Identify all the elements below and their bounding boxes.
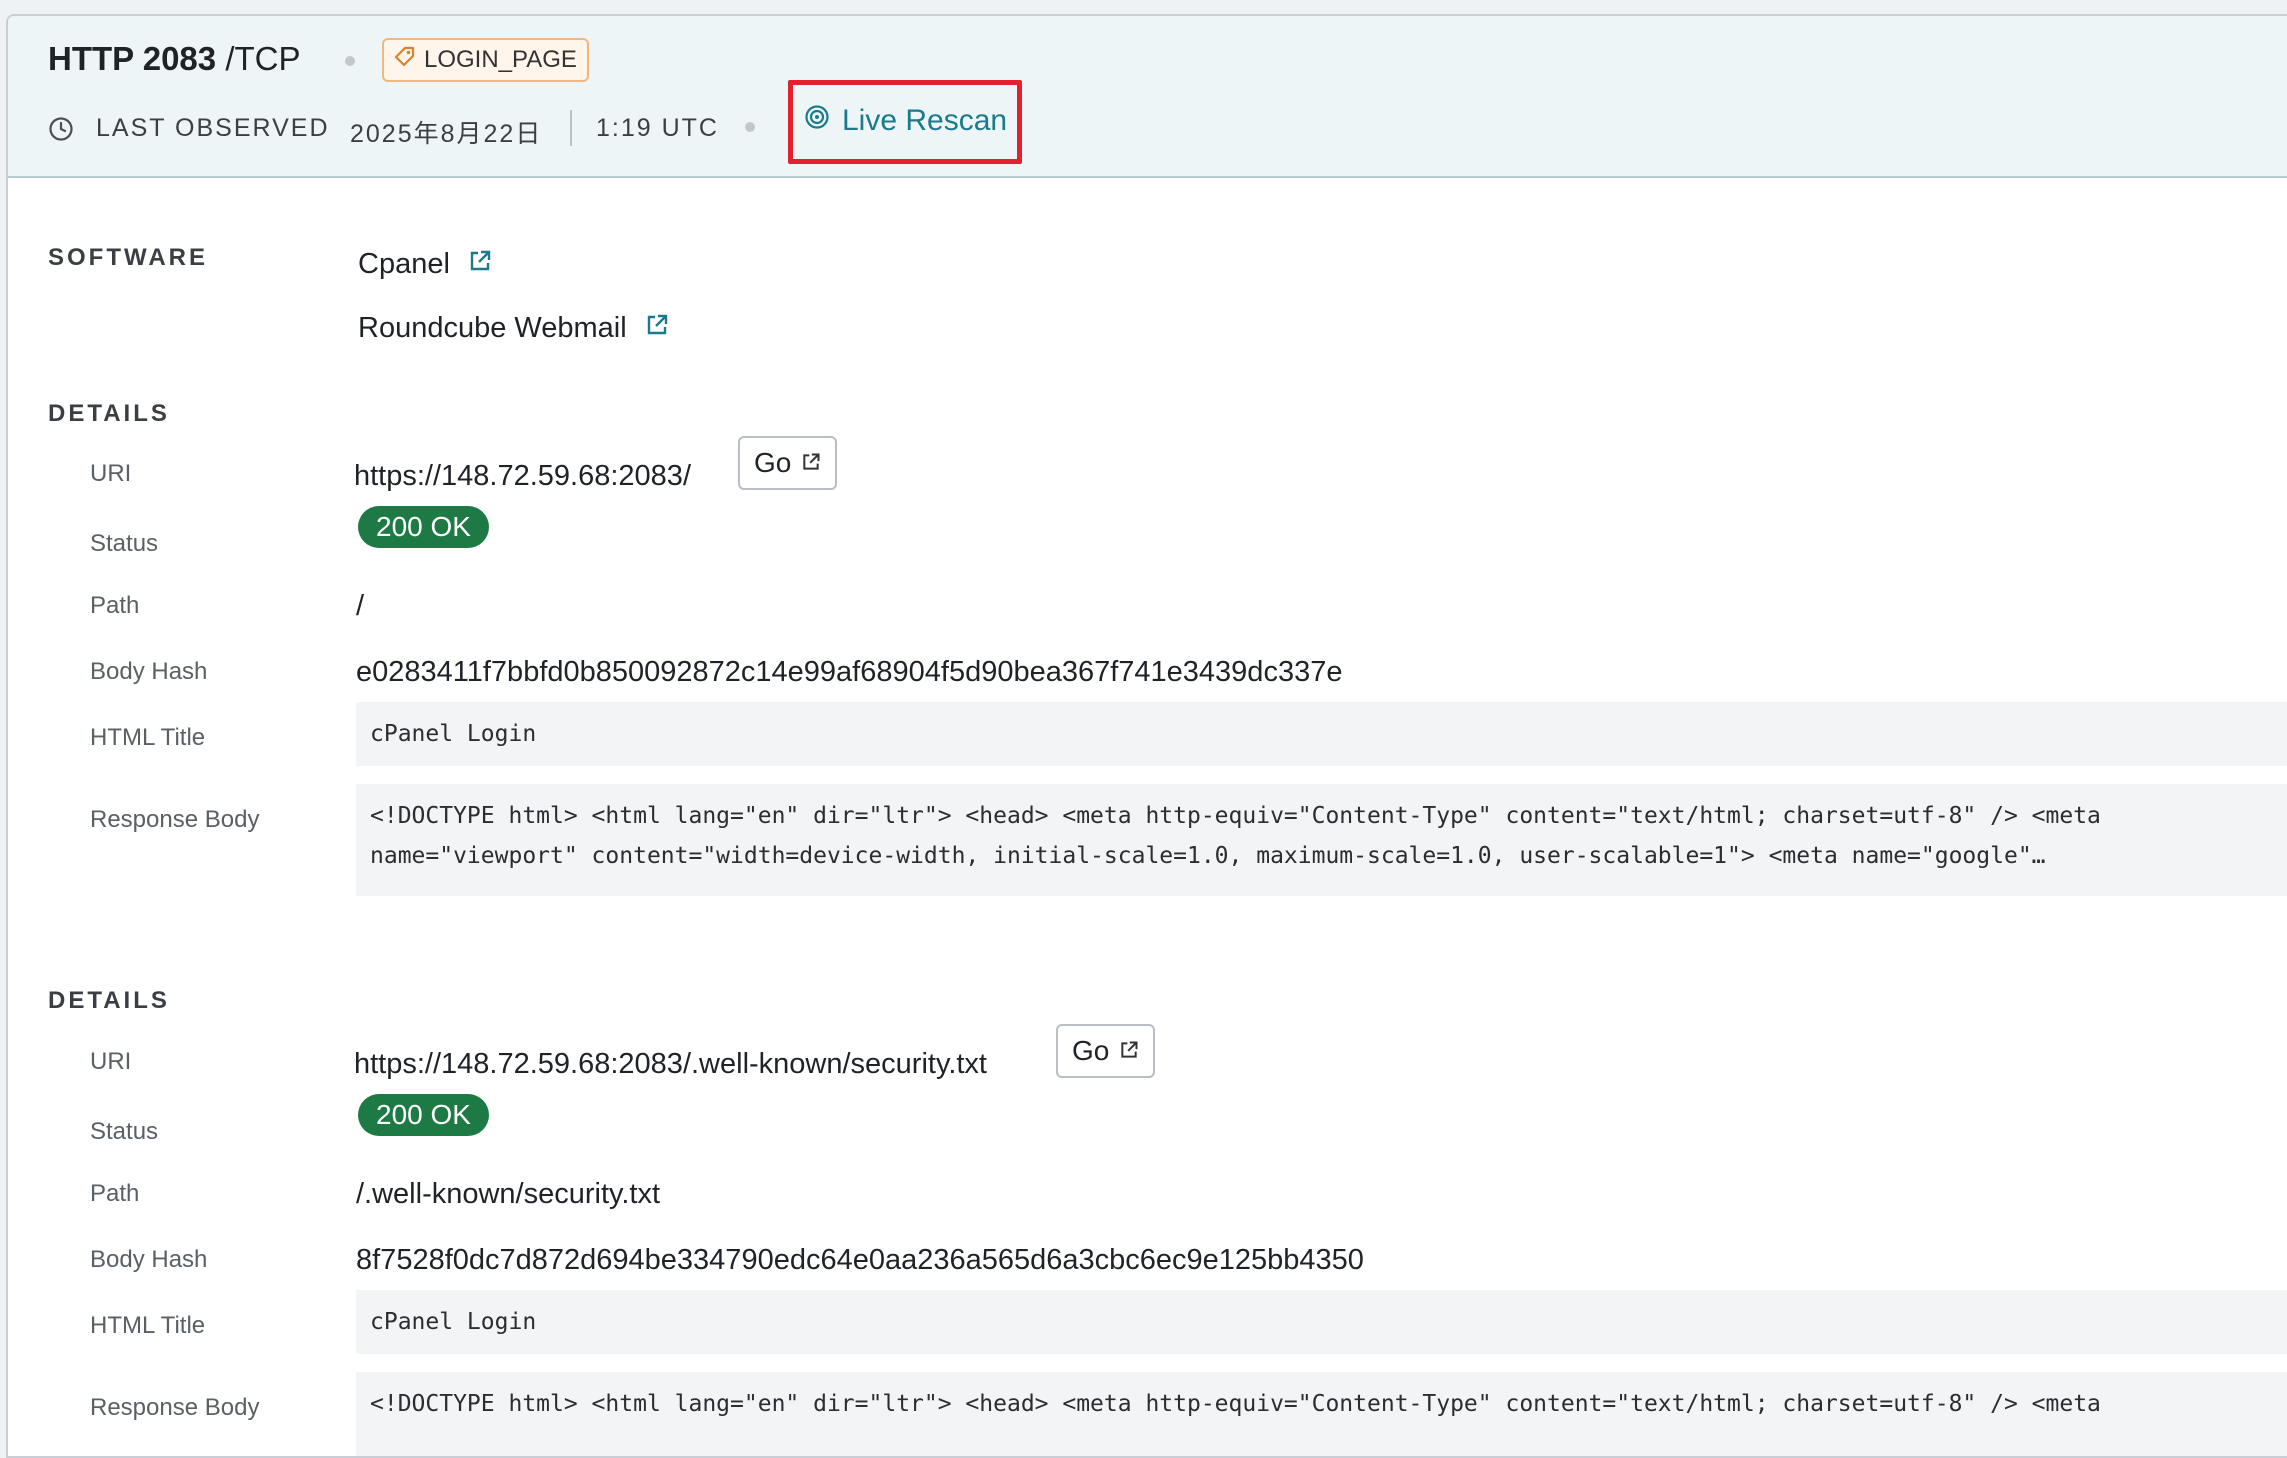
path-label: Path bbox=[90, 1180, 140, 1207]
observed-time: 1:19 UTC bbox=[596, 114, 719, 142]
external-link-icon bbox=[645, 312, 669, 345]
details-heading: DETAILS bbox=[48, 987, 170, 1014]
tag-label: LOGIN_PAGE bbox=[424, 46, 577, 73]
service-card: HTTP 2083 /TCP LOGIN_PAGE LAST OBSERVED … bbox=[6, 14, 2287, 1458]
response-body-line: <!DOCTYPE html> <html lang="en" dir="ltr… bbox=[370, 1391, 2101, 1417]
body-hash-label: Body Hash bbox=[90, 658, 208, 685]
response-body-box: <!DOCTYPE html> <html lang="en" dir="ltr… bbox=[356, 1372, 2287, 1456]
uri-value: https://148.72.59.68:2083/ bbox=[354, 460, 691, 492]
status-badge: 200 OK bbox=[358, 1094, 489, 1136]
rescan-label: Live Rescan bbox=[842, 104, 1008, 137]
body-hash-value: e0283411f7bbfd0b850092872c14e99af68904f5… bbox=[356, 656, 1343, 688]
status-label: Status bbox=[90, 530, 159, 557]
tag-icon bbox=[394, 46, 416, 75]
go-button[interactable]: Go bbox=[738, 436, 838, 490]
uri-label: URI bbox=[90, 460, 132, 487]
html-title-value: cPanel Login bbox=[370, 1309, 537, 1335]
last-observed-label: LAST OBSERVED bbox=[96, 114, 330, 142]
uri-value: https://148.72.59.68:2083/.well-known/se… bbox=[354, 1048, 987, 1080]
html-title-value: cPanel Login bbox=[370, 721, 537, 747]
response-body-label: Response Body bbox=[90, 1394, 260, 1421]
divider bbox=[570, 110, 572, 146]
status-badge: 200 OK bbox=[358, 506, 489, 548]
html-title-label: HTML Title bbox=[90, 1312, 206, 1339]
response-body-box: <!DOCTYPE html> <html lang="en" dir="ltr… bbox=[356, 784, 2287, 896]
separator-dot bbox=[345, 56, 355, 66]
rescan-icon bbox=[804, 104, 830, 138]
external-link-icon bbox=[801, 447, 821, 479]
live-rescan-button[interactable]: Live Rescan bbox=[804, 104, 1007, 138]
path-value: /.well-known/security.txt bbox=[356, 1178, 661, 1210]
separator-dot bbox=[745, 122, 755, 132]
path-label: Path bbox=[90, 592, 140, 619]
software-link-cpanel[interactable]: Cpanel bbox=[358, 248, 492, 281]
body-hash-value: 8f7528f0dc7d872d694be334790edc64e0aa236a… bbox=[356, 1244, 1364, 1276]
go-button[interactable]: Go bbox=[1056, 1024, 1156, 1078]
html-title-box: cPanel Login bbox=[356, 1290, 2287, 1354]
service-header: HTTP 2083 /TCP LOGIN_PAGE LAST OBSERVED … bbox=[8, 16, 2287, 178]
external-link-icon bbox=[468, 248, 492, 281]
body-hash-label: Body Hash bbox=[90, 1246, 208, 1273]
status-label: Status bbox=[90, 1118, 159, 1145]
uri-label: URI bbox=[90, 1048, 132, 1075]
details-heading: DETAILS bbox=[48, 400, 170, 427]
response-body-line: name="viewport" content="width=device-wi… bbox=[370, 843, 2046, 869]
clock-icon bbox=[48, 116, 74, 147]
path-value: / bbox=[356, 590, 365, 622]
observed-date: 2025年8月22日 bbox=[350, 120, 543, 148]
software-heading: SOFTWARE bbox=[48, 244, 208, 271]
login-page-tag[interactable]: LOGIN_PAGE bbox=[382, 38, 589, 82]
response-body-label: Response Body bbox=[90, 806, 260, 833]
external-link-icon bbox=[1119, 1035, 1139, 1067]
html-title-box: cPanel Login bbox=[356, 702, 2287, 766]
html-title-label: HTML Title bbox=[90, 724, 206, 751]
protocol-title: HTTP 2083 /TCP bbox=[48, 40, 301, 77]
response-body-line: <!DOCTYPE html> <html lang="en" dir="ltr… bbox=[370, 803, 2101, 829]
software-link-roundcube[interactable]: Roundcube Webmail bbox=[358, 312, 669, 345]
